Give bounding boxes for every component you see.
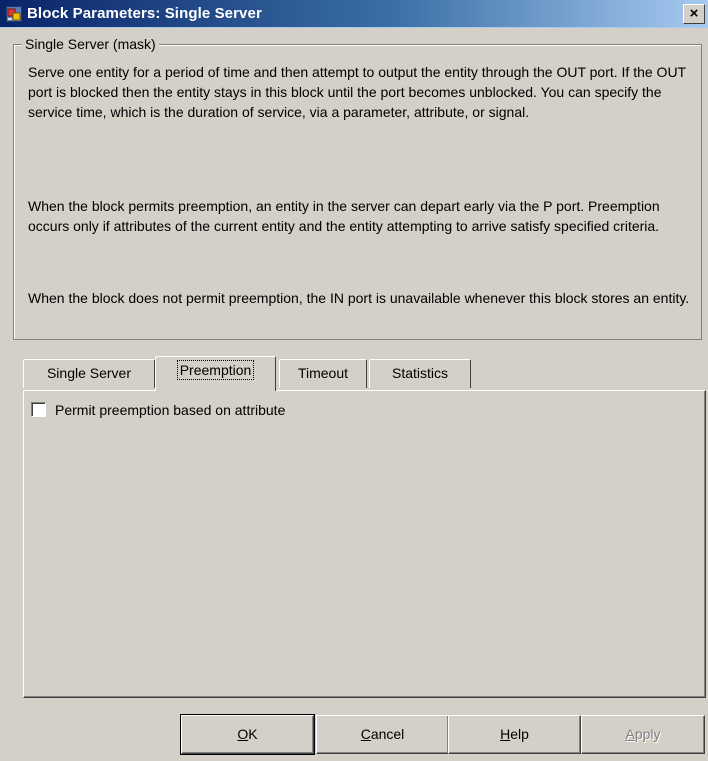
tab-preemption[interactable]: Preemption: [155, 356, 276, 391]
description-paragraph: When the block does not permit preemptio…: [28, 290, 690, 306]
description-paragraph: When the block permits preemption, an en…: [28, 198, 660, 234]
title-bar: Block Parameters: Single Server ×: [0, 0, 708, 28]
apply-label-rest: pply: [634, 726, 661, 742]
close-button[interactable]: ×: [683, 4, 705, 24]
tab-timeout[interactable]: Timeout: [279, 359, 367, 388]
parameter-tabs: Single Server Preemption Timeout Statist…: [23, 356, 703, 392]
help-button[interactable]: Help: [448, 715, 581, 754]
help-label-rest: elp: [510, 726, 529, 742]
close-icon: ×: [689, 5, 699, 22]
group-title: Single Server (mask): [22, 35, 159, 53]
tab-statistics[interactable]: Statistics: [369, 359, 471, 388]
permit-preemption-label[interactable]: Permit preemption based on attribute: [55, 400, 285, 420]
cancel-label-rest: ancel: [370, 726, 405, 742]
tab-label: Single Server: [46, 365, 132, 381]
apply-button[interactable]: Apply: [581, 715, 705, 754]
tab-single-server[interactable]: Single Server: [23, 359, 155, 388]
description-paragraph: Serve one entity for a period of time an…: [28, 64, 686, 120]
tab-label: Preemption: [176, 360, 255, 380]
cancel-mnemonic: C: [360, 726, 371, 742]
apply-mnemonic: A: [625, 726, 635, 742]
preemption-panel: [23, 390, 706, 698]
permit-preemption-checkbox[interactable]: [31, 402, 46, 417]
ok-label-rest: K: [248, 726, 258, 742]
cancel-button[interactable]: Cancel: [316, 715, 449, 754]
help-mnemonic: H: [500, 726, 511, 742]
tab-label: Statistics: [391, 365, 448, 381]
ok-button[interactable]: OK: [180, 714, 315, 755]
window-title: Block Parameters: Single Server: [27, 5, 262, 22]
tab-label: Timeout: [297, 365, 349, 381]
simulink-block-icon[interactable]: [6, 6, 22, 22]
ok-mnemonic: O: [237, 726, 249, 742]
